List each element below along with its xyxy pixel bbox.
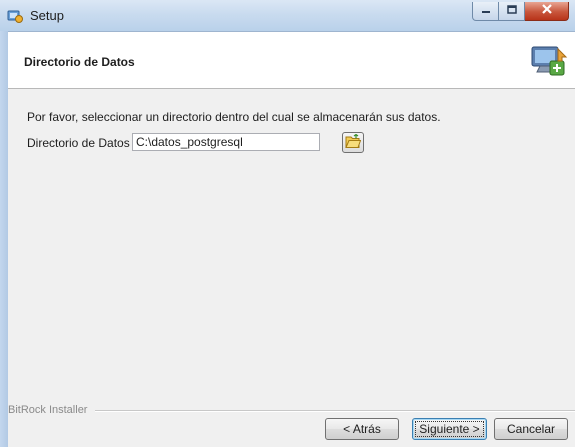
next-button[interactable]: Siguiente > — [412, 418, 487, 440]
folder-open-icon — [345, 133, 362, 152]
content-area: Por favor, seleccionar un directorio den… — [8, 89, 575, 399]
cancel-button[interactable]: Cancelar — [494, 418, 568, 440]
directory-input[interactable] — [132, 133, 320, 151]
next-button-label: Siguiente > — [415, 421, 484, 437]
close-icon — [541, 2, 553, 20]
window-frame-left — [0, 31, 8, 447]
close-button[interactable] — [525, 2, 569, 21]
page-title: Directorio de Datos — [24, 55, 135, 69]
minimize-icon — [481, 2, 491, 20]
minimize-button[interactable] — [472, 2, 499, 21]
maximize-icon — [506, 2, 517, 20]
maximize-button[interactable] — [499, 2, 525, 21]
title-bar[interactable]: Setup — [0, 0, 575, 32]
window-title: Setup — [30, 8, 64, 23]
caption-buttons — [472, 2, 569, 22]
back-button[interactable]: < Atrás — [325, 418, 399, 440]
setup-window: Setup Directorio de Datos Por favor, sel… — [0, 0, 575, 447]
footer-divider — [95, 410, 575, 412]
page-header: Directorio de Datos — [8, 32, 575, 89]
computer-install-icon — [528, 41, 568, 81]
installer-brand-label: BitRock Installer — [8, 404, 88, 416]
instruction-text: Por favor, seleccionar un directorio den… — [27, 110, 441, 124]
directory-label: Directorio de Datos — [27, 136, 130, 150]
setup-app-icon — [7, 8, 23, 24]
browse-button[interactable] — [342, 132, 364, 153]
